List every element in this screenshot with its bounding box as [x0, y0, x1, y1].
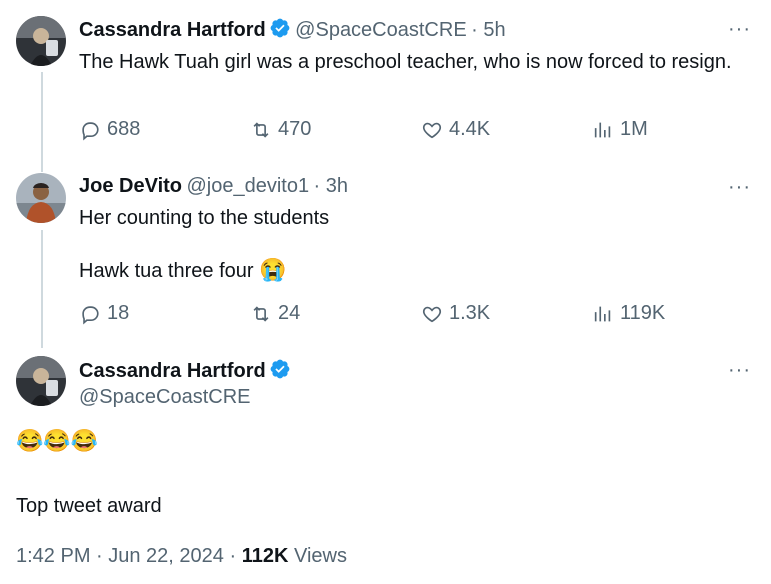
reply-button[interactable]: 688 [79, 118, 140, 141]
view-count: 1M [620, 118, 648, 140]
reply-icon [82, 305, 99, 325]
tweet-text: The Hawk Tuah girl was a preschool teach… [79, 51, 732, 73]
crying-emoji: 😭 [259, 257, 287, 282]
tweet-meta: 1:42 PM · Jun 22, 2024 · 112K Views [16, 545, 347, 568]
tweet-text: Hawk tua three four [79, 260, 254, 282]
retweet-button[interactable]: 470 [250, 118, 311, 141]
laughing-emojis: 😂😂😂 [16, 428, 99, 453]
verified-badge-icon [270, 359, 290, 379]
retweet-button[interactable]: 24 [250, 302, 300, 325]
analytics-icon [594, 122, 611, 137]
like-count: 4.4K [449, 118, 491, 140]
retweet-count: 470 [278, 118, 312, 140]
tweet-header: Joe DeVito @joe_devito1 · 3h [79, 175, 348, 198]
more-icon[interactable]: ··· [728, 18, 751, 41]
views-label: Views [293, 545, 347, 567]
reply-button[interactable]: 18 [79, 302, 129, 325]
reply-count: 688 [107, 118, 141, 140]
retweet-count: 24 [278, 302, 301, 324]
tweet-text-line: Her counting to the students [79, 207, 330, 229]
thread-line [41, 230, 43, 348]
view-count: 119K [620, 302, 666, 324]
tweet-header: Cassandra Hartford [79, 358, 291, 383]
more-icon[interactable]: ··· [728, 176, 751, 199]
verified-badge-icon [270, 18, 290, 38]
like-count: 1.3K [449, 302, 491, 324]
like-button[interactable]: 4.4K [421, 118, 490, 141]
views-button[interactable]: 1M [592, 118, 648, 141]
tweet-header: Cassandra Hartford @SpaceCoastCRE · 5h [79, 17, 506, 42]
author-name[interactable]: Cassandra Hartford [79, 360, 266, 382]
views-button[interactable]: 119K [592, 302, 665, 325]
timestamp[interactable]: · 5h [471, 19, 505, 41]
timestamp[interactable]: · 3h [314, 175, 348, 197]
author-handle[interactable]: @joe_devito1 [186, 175, 309, 197]
heart-icon [422, 306, 442, 322]
more-icon[interactable]: ··· [728, 359, 751, 382]
like-button[interactable]: 1.3K [421, 302, 490, 325]
analytics-icon [594, 306, 611, 321]
tweet-text: Top tweet award [16, 495, 162, 517]
reply-icon [82, 121, 99, 141]
avatar[interactable] [16, 16, 66, 66]
retweet-icon [253, 121, 269, 138]
reply-count: 18 [107, 302, 130, 324]
retweet-icon [253, 305, 269, 322]
timestamp[interactable]: 1:42 PM · Jun 22, 2024 · [16, 545, 236, 567]
author-name[interactable]: Joe DeVito [79, 175, 182, 197]
author-handle[interactable]: @SpaceCoastCRE [79, 386, 250, 409]
avatar[interactable] [16, 173, 66, 223]
author-handle[interactable]: @SpaceCoastCRE [295, 19, 466, 41]
avatar[interactable] [16, 356, 66, 406]
tweet-text-line: Hawk tua three four 😭 [79, 257, 287, 284]
thread-line [41, 72, 43, 172]
view-count: 112K [241, 545, 289, 567]
heart-icon [422, 122, 442, 138]
author-name[interactable]: Cassandra Hartford [79, 19, 266, 41]
